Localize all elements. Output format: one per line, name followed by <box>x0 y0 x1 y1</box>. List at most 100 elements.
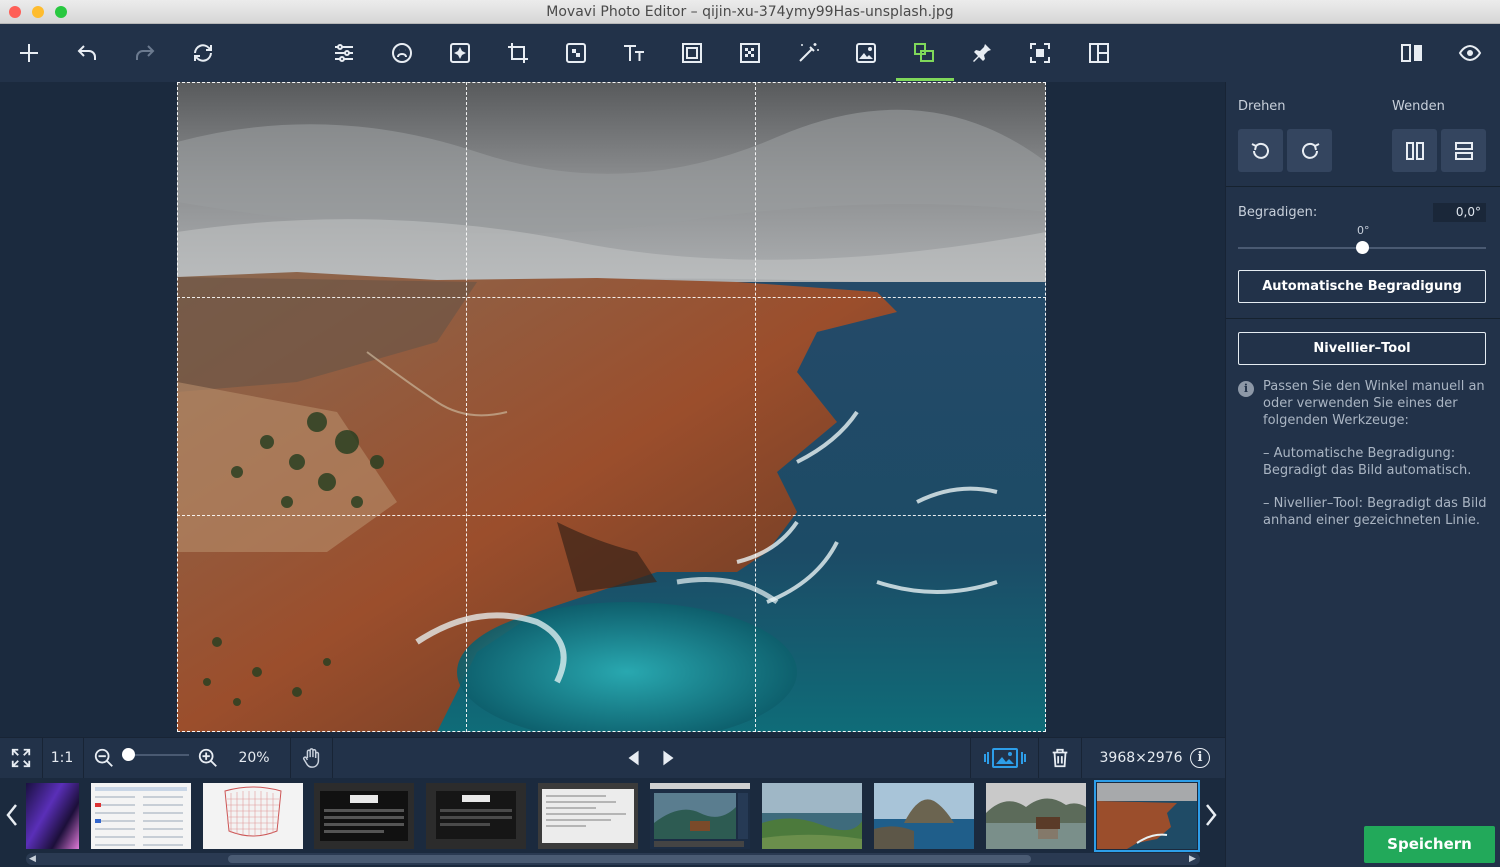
panel-separator <box>1226 186 1500 187</box>
adjust-tool[interactable] <box>327 36 361 70</box>
next-image-button[interactable] <box>656 746 680 770</box>
delete-button[interactable] <box>1049 746 1071 770</box>
zoom-out-button[interactable] <box>93 746 115 770</box>
thumbnail[interactable] <box>874 783 974 849</box>
thumbnail[interactable] <box>762 783 862 849</box>
rotate-label: Drehen <box>1238 99 1286 114</box>
divider <box>83 738 84 779</box>
effects-tool[interactable] <box>443 36 477 70</box>
info-circle-icon: i <box>1190 748 1210 768</box>
add-icon <box>20 44 38 62</box>
effects-icon <box>450 43 470 63</box>
rotate-left-button[interactable] <box>1238 129 1283 172</box>
filmstrip-toggle-button[interactable] <box>983 746 1027 770</box>
lake-house-preview <box>986 783 1086 849</box>
auto-straighten-button[interactable]: Automatische Begradigung <box>1238 270 1486 303</box>
zoom-percent[interactable]: 20% <box>234 746 274 770</box>
background-tool[interactable] <box>733 36 767 70</box>
rotate-right-button[interactable] <box>1287 129 1332 172</box>
scroll-left-arrow-icon[interactable]: ◀ <box>29 853 36 864</box>
compare-button[interactable] <box>1395 36 1429 70</box>
pin-tool[interactable] <box>965 36 999 70</box>
scroll-right-arrow-icon[interactable]: ▶ <box>1189 853 1196 864</box>
previous-image-button[interactable] <box>622 746 646 770</box>
resize-icon <box>1030 43 1050 63</box>
chevron-left-icon <box>6 804 17 826</box>
add-button[interactable] <box>12 36 46 70</box>
filmstrip-scrollbar-thumb[interactable] <box>228 855 1031 863</box>
fit-screen-button[interactable] <box>9 746 33 770</box>
title-bar: Movavi Photo Editor – qijin-xu-374ymy99H… <box>0 0 1500 24</box>
image-info-button[interactable]: i <box>1189 746 1211 770</box>
document-window-preview <box>542 789 634 843</box>
background-icon <box>740 43 760 63</box>
thumbnail[interactable] <box>26 783 79 849</box>
zoom-in-icon <box>198 748 217 767</box>
selection-frame[interactable] <box>177 82 1046 732</box>
preview-button[interactable] <box>1453 36 1487 70</box>
flip-label: Wenden <box>1392 99 1445 114</box>
filmstrip-next-button[interactable] <box>1201 800 1221 830</box>
save-button[interactable]: Speichern <box>1364 826 1495 863</box>
panel-separator <box>1226 318 1500 319</box>
straighten-value-field[interactable]: 0,0° <box>1433 203 1486 222</box>
zoom-in-button[interactable] <box>197 746 219 770</box>
layout-icon <box>1089 43 1109 63</box>
zoom-slider-knob[interactable] <box>122 748 135 761</box>
thumbnail-selected[interactable] <box>1094 780 1200 852</box>
info-icon: i <box>1238 381 1254 397</box>
thumbnail[interactable] <box>314 783 414 849</box>
actual-size-button[interactable]: 1:1 <box>50 746 74 770</box>
filmstrip-prev-button[interactable] <box>2 800 22 830</box>
redo-icon <box>136 45 155 60</box>
rotate-left-icon <box>1251 142 1269 159</box>
magic-wand-icon <box>799 43 819 62</box>
object-removal-tool[interactable] <box>559 36 593 70</box>
dark-app-preview <box>320 791 408 841</box>
info-text-intro: Passen Sie den Winkel manuell an oder ve… <box>1263 379 1485 428</box>
frame-tool[interactable] <box>675 36 709 70</box>
crop-tool[interactable] <box>501 36 535 70</box>
divider <box>290 738 291 779</box>
thumbnail[interactable] <box>650 783 750 849</box>
rotate-tool[interactable] <box>907 36 941 70</box>
trash-icon <box>1052 748 1068 768</box>
level-tool-button[interactable]: Nivellier–Tool <box>1238 332 1486 365</box>
image-dimensions: 3968×2976 <box>1099 750 1183 766</box>
undo-button[interactable] <box>70 36 104 70</box>
rotate-right-icon <box>1301 142 1319 159</box>
insert-image-tool[interactable] <box>849 36 883 70</box>
layout-tool[interactable] <box>1082 36 1116 70</box>
undo-icon <box>77 45 96 60</box>
compare-icon <box>1401 44 1422 62</box>
retouch-tool[interactable] <box>385 36 419 70</box>
magic-wand-tool[interactable] <box>791 36 825 70</box>
sketch-preview <box>224 786 282 837</box>
flip-vertical-button[interactable] <box>1441 129 1486 172</box>
object-removal-icon <box>566 43 586 63</box>
pan-tool-button[interactable] <box>300 746 324 770</box>
divider <box>1038 738 1039 779</box>
thumbnail[interactable] <box>538 783 638 849</box>
pin-icon <box>973 44 991 62</box>
photo-canvas[interactable] <box>177 82 1046 732</box>
zoom-out-icon <box>94 748 113 767</box>
thumbnail[interactable] <box>986 783 1086 849</box>
preview-eye-icon <box>1458 44 1482 62</box>
retouch-icon <box>392 43 412 63</box>
text-tool[interactable] <box>617 36 651 70</box>
fullscreen-icon <box>11 748 31 768</box>
triangle-left-icon <box>628 750 639 766</box>
info-text-auto: – Automatische Begradigung: Begradigt da… <box>1263 446 1472 478</box>
thumbnail[interactable] <box>426 783 526 849</box>
reset-button[interactable] <box>186 36 220 70</box>
redo-button[interactable] <box>128 36 162 70</box>
thumbnail[interactable] <box>203 783 303 849</box>
adjust-icon <box>335 44 353 62</box>
straighten-slider-knob[interactable] <box>1356 241 1369 254</box>
straighten-label: Begradigen: <box>1238 205 1318 220</box>
thumbnail[interactable] <box>91 783 191 849</box>
flip-horizontal-button[interactable] <box>1392 129 1437 172</box>
resize-tool[interactable] <box>1023 36 1057 70</box>
reset-icon <box>194 44 212 62</box>
